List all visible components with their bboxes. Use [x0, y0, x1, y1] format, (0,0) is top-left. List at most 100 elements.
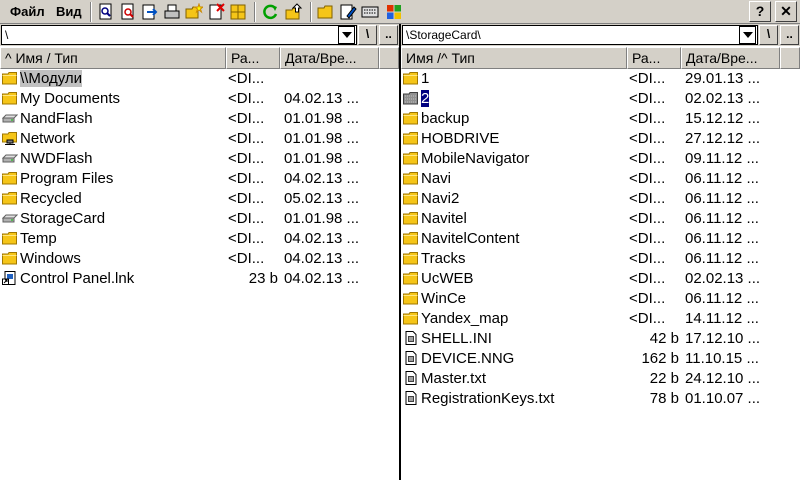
left-list-item[interactable]: Temp <DI... 04.02.13 ...: [0, 229, 379, 249]
right-list-item[interactable]: UcWEB <DI... 02.02.13 ...: [401, 269, 780, 289]
menu-file[interactable]: Файл: [6, 3, 49, 21]
item-size: 42 b: [649, 330, 679, 347]
up-folder-button[interactable]: [284, 2, 304, 22]
left-list-item[interactable]: Recycled <DI... 05.02.13 ...: [0, 189, 379, 209]
move-button[interactable]: [140, 2, 160, 22]
right-path-combo[interactable]: \StorageCard\: [402, 25, 758, 45]
item-size: <DI...: [228, 170, 265, 187]
item-name: 2: [421, 90, 430, 107]
drive-icon: [2, 151, 18, 165]
item-name: SHELL.INI: [421, 330, 492, 347]
right-list-item[interactable]: SHELL.INI 42 b 17.12.10 ...: [401, 329, 780, 349]
folder-icon: [317, 5, 333, 19]
right-list-item[interactable]: WinCe <DI... 06.11.12 ...: [401, 289, 780, 309]
drive-icon: [2, 111, 18, 125]
right-list-item[interactable]: Navi <DI... 06.11.12 ...: [401, 169, 780, 189]
folder-button[interactable]: [316, 2, 336, 22]
right-list-item[interactable]: Navitel <DI... 06.11.12 ...: [401, 209, 780, 229]
search-button[interactable]: [118, 2, 138, 22]
close-icon: ✕: [780, 3, 792, 19]
delete-button[interactable]: [206, 2, 226, 22]
left-path-dropdown[interactable]: [338, 26, 355, 44]
item-size: <DI...: [228, 230, 265, 247]
left-header-size[interactable]: Ра...: [226, 47, 280, 69]
folder-icon: [2, 191, 18, 205]
right-list-item[interactable]: RegistrationKeys.txt 78 b 01.10.07 ...: [401, 389, 780, 409]
folder-icon: [403, 151, 419, 165]
left-root-button[interactable]: \: [358, 25, 377, 45]
item-size: <DI...: [228, 110, 265, 127]
item-name: NavitelContent: [421, 230, 520, 247]
right-header-size[interactable]: Ра...: [627, 47, 681, 69]
item-size: <DI...: [228, 250, 265, 267]
right-parent-button[interactable]: ..: [780, 25, 799, 45]
item-date: 14.11.12 ...: [685, 310, 759, 327]
left-list-item[interactable]: Network <DI... 01.01.98 ...: [0, 129, 379, 149]
right-list-item[interactable]: backup <DI... 15.12.12 ...: [401, 109, 780, 129]
right-list-item[interactable]: Tracks <DI... 06.11.12 ...: [401, 249, 780, 269]
folder-icon: [403, 271, 419, 285]
item-name-cell: RegistrationKeys.txt: [403, 389, 627, 409]
left-list-item[interactable]: NWDFlash <DI... 01.01.98 ...: [0, 149, 379, 169]
item-name: Navi: [421, 170, 452, 187]
item-name-cell: Temp: [2, 229, 226, 249]
item-date: 04.02.13 ...: [284, 250, 360, 267]
find-button[interactable]: [96, 2, 116, 22]
item-size: <DI...: [629, 90, 666, 107]
edit-icon: [340, 4, 357, 20]
left-list-item[interactable]: My Documents <DI... 04.02.13 ...: [0, 89, 379, 109]
item-name: Master.txt: [421, 370, 487, 387]
left-path-combo[interactable]: \: [1, 25, 357, 45]
item-name: StorageCard: [20, 210, 106, 227]
left-list-item[interactable]: NandFlash <DI... 01.01.98 ...: [0, 109, 379, 129]
item-name: HOBDRIVE: [421, 130, 500, 147]
left-list-item[interactable]: Windows <DI... 04.02.13 ...: [0, 249, 379, 269]
right-list-item[interactable]: MobileNavigator <DI... 09.11.12 ...: [401, 149, 780, 169]
item-size: 162 b: [641, 350, 679, 367]
right-header-name[interactable]: Имя /^ Тип: [401, 47, 627, 69]
close-button[interactable]: ✕: [775, 1, 797, 22]
right-list-item[interactable]: DEVICE.NNG 162 b 11.10.15 ...: [401, 349, 780, 369]
print-button[interactable]: [162, 2, 182, 22]
folder-icon: [403, 191, 419, 205]
item-name: \\Модули: [20, 70, 83, 87]
menu-view[interactable]: Вид: [52, 3, 86, 21]
right-root-button[interactable]: \: [759, 25, 778, 45]
refresh-button[interactable]: [260, 2, 280, 22]
left-list-item[interactable]: \\Модули <DI...: [0, 69, 379, 89]
windows-start-button[interactable]: [384, 2, 404, 22]
left-list-item[interactable]: Program Files <DI... 04.02.13 ...: [0, 169, 379, 189]
left-header-date[interactable]: Дата/Вре...: [280, 47, 379, 69]
left-list-item[interactable]: StorageCard <DI... 01.01.98 ...: [0, 209, 379, 229]
text-file-icon: [403, 391, 419, 405]
left-parent-button[interactable]: ..: [379, 25, 398, 45]
right-list-item[interactable]: Yandex_map <DI... 14.11.12 ...: [401, 309, 780, 329]
edit-button[interactable]: [338, 2, 358, 22]
item-name: Yandex_map: [421, 310, 509, 327]
item-date: 04.02.13 ...: [284, 90, 360, 107]
left-path-bar: \ \ ..: [0, 24, 399, 46]
right-file-list: 1 <DI... 29.01.13 ... 2 <DI... 02.02.13 ... ba…: [401, 69, 780, 409]
right-list-item[interactable]: Master.txt 22 b 24.12.10 ...: [401, 369, 780, 389]
item-size: <DI...: [629, 230, 666, 247]
help-button[interactable]: ?: [749, 1, 771, 22]
right-header-date[interactable]: Дата/Вре...: [681, 47, 780, 69]
item-size: <DI...: [228, 90, 265, 107]
right-list-item[interactable]: Navi2 <DI... 06.11.12 ...: [401, 189, 780, 209]
item-name-cell: Program Files: [2, 169, 226, 189]
folder-icon: [403, 231, 419, 245]
item-name: NandFlash: [20, 110, 93, 127]
left-list-item[interactable]: Control Panel.lnk 23 b 04.02.13 ...: [0, 269, 379, 289]
right-path-dropdown[interactable]: [739, 26, 756, 44]
right-list-item[interactable]: 2 <DI... 02.02.13 ...: [401, 89, 780, 109]
left-header-name[interactable]: ^ Имя / Тип: [0, 47, 226, 69]
right-list-item[interactable]: NavitelContent <DI... 06.11.12 ...: [401, 229, 780, 249]
left-file-list: \\Модули <DI... My Documents <DI... 04.02.13…: [0, 69, 379, 289]
properties-button[interactable]: [228, 2, 248, 22]
item-date: 09.11.12 ...: [685, 150, 759, 167]
right-list-item[interactable]: 1 <DI... 29.01.13 ...: [401, 69, 780, 89]
keyboard-button[interactable]: [360, 2, 380, 22]
item-date: 06.11.12 ...: [685, 250, 759, 267]
right-list-item[interactable]: HOBDRIVE <DI... 27.12.12 ...: [401, 129, 780, 149]
new-folder-button[interactable]: [184, 2, 204, 22]
